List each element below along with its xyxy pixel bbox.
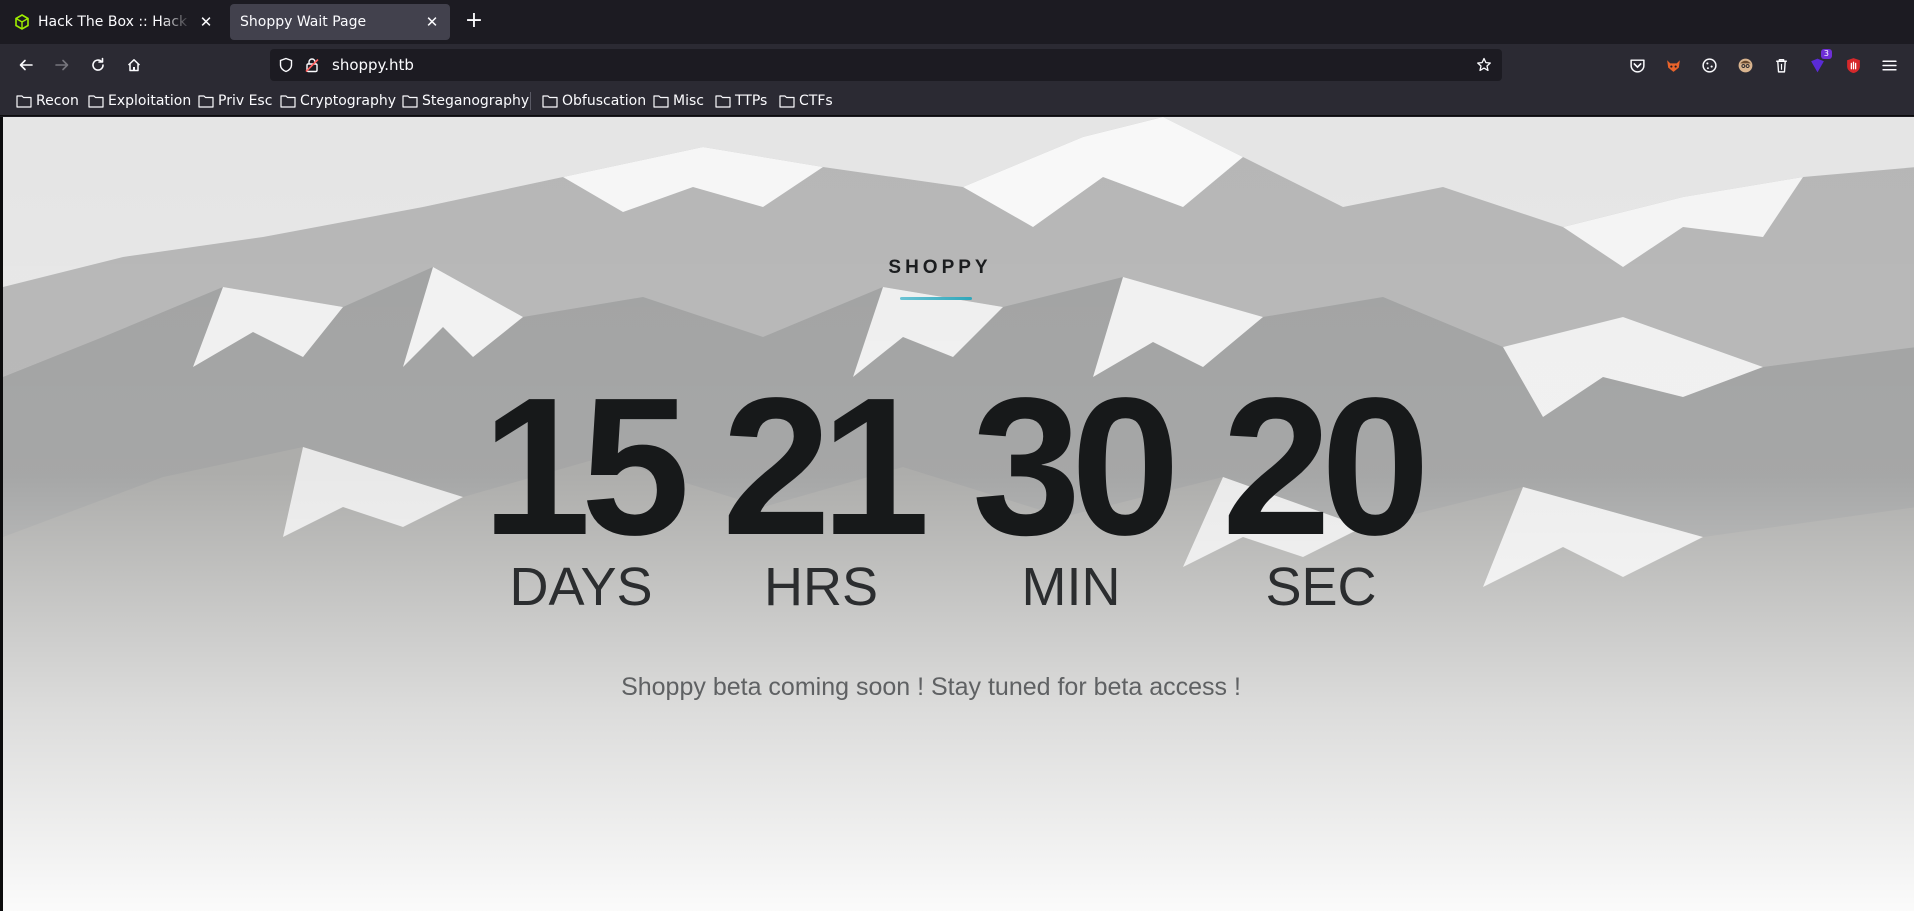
- bookmark-label: Exploitation: [108, 93, 192, 109]
- page-content: SHOPPY 15 DAYS 21 HRS 30 MIN 20 SEC Shop…: [0, 117, 1914, 911]
- extension-badge-icon[interactable]: 3: [1808, 49, 1832, 74]
- tab-close-icon[interactable]: ✕: [198, 14, 214, 30]
- folder-icon: [542, 95, 558, 108]
- folder-icon: [715, 95, 731, 108]
- countdown-hours: 21 HRS: [701, 357, 941, 618]
- folder-icon: [779, 95, 795, 108]
- bookmark-folder-ttps[interactable]: TTPs: [715, 91, 767, 111]
- bookmarks-separator: [530, 92, 531, 110]
- home-icon: [127, 59, 141, 72]
- htb-cube-icon: [15, 14, 29, 30]
- insecure-lock-icon[interactable]: [304, 57, 320, 73]
- tracking-protection-shield-icon[interactable]: [278, 57, 294, 73]
- trash-icon[interactable]: [1772, 56, 1790, 74]
- bookmark-label: Steganography: [422, 93, 530, 109]
- folder-icon: [88, 95, 104, 108]
- tab-close-icon[interactable]: ✕: [424, 14, 440, 30]
- bookmark-label: Cryptography: [300, 93, 397, 109]
- countdown-hours-value: 21: [721, 357, 930, 576]
- bookmark-folder-recon[interactable]: Recon: [16, 91, 79, 111]
- ublock-hand-icon[interactable]: [1844, 56, 1862, 74]
- countdown-timer: 15 DAYS 21 HRS 30 MIN 20 SEC: [461, 357, 1430, 618]
- bookmark-label: Obfuscation: [562, 93, 647, 109]
- countdown-minutes: 30 MIN: [951, 357, 1191, 618]
- brand-underline: [900, 297, 972, 300]
- extension-badge-count: 3: [1820, 49, 1832, 59]
- bookmark-star-icon[interactable]: [1476, 57, 1492, 73]
- folder-icon: [16, 95, 32, 108]
- bookmark-folder-exploitation[interactable]: Exploitation: [88, 91, 191, 111]
- back-arrow-icon: [19, 59, 33, 71]
- menu-icon[interactable]: [1880, 56, 1898, 74]
- tab-title: Hack The Box :: Hack The Box: [38, 14, 192, 30]
- forward-arrow-icon: [55, 59, 69, 71]
- bookmark-folder-priv-esc[interactable]: Priv Esc: [198, 91, 272, 111]
- bookmark-label: Misc: [673, 93, 704, 109]
- bookmark-label: Priv Esc: [218, 93, 273, 109]
- new-tab-button[interactable]: +: [460, 8, 488, 36]
- countdown-minutes-value: 30: [971, 357, 1180, 576]
- countdown-days-value: 15: [481, 357, 690, 576]
- tab-shoppy-wait-page[interactable]: Shoppy Wait Page ✕: [230, 4, 450, 40]
- bookmark-folder-cryptography[interactable]: Cryptography: [280, 91, 396, 111]
- tab-bar: Hack The Box :: Hack The Box ✕ Shoppy Wa…: [0, 0, 1914, 44]
- back-button[interactable]: [12, 51, 40, 79]
- folder-icon: [198, 95, 214, 108]
- countdown-seconds-value: 20: [1221, 357, 1430, 576]
- tab-title: Shoppy Wait Page: [240, 14, 367, 30]
- bookmark-label: Recon: [36, 93, 79, 109]
- bookmark-label: TTPs: [735, 93, 768, 109]
- foxyproxy-icon[interactable]: [1664, 56, 1682, 74]
- tab-hack-the-box[interactable]: Hack The Box :: Hack The Box ✕: [4, 4, 224, 40]
- bookmark-folder-steganography[interactable]: Steganography: [402, 91, 529, 111]
- countdown-seconds: 20 SEC: [1201, 357, 1441, 618]
- bookmark-label: CTFs: [799, 93, 833, 109]
- bookmark-folder-ctfs[interactable]: CTFs: [779, 91, 833, 111]
- pocket-icon[interactable]: [1628, 56, 1646, 74]
- bookmarks-toolbar: Recon Exploitation Priv Esc Cryptography…: [0, 86, 1914, 116]
- bookmark-folder-misc[interactable]: Misc: [653, 91, 704, 111]
- avatar-icon[interactable]: [1736, 56, 1754, 74]
- forward-button[interactable]: [48, 51, 76, 79]
- folder-icon: [280, 95, 296, 108]
- reload-icon: [92, 57, 104, 71]
- bookmark-folder-obfuscation[interactable]: Obfuscation: [542, 91, 646, 111]
- address-bar[interactable]: shoppy.htb: [270, 49, 1502, 81]
- reload-button[interactable]: [84, 51, 112, 79]
- countdown-days: 15 DAYS: [461, 357, 701, 618]
- navigation-toolbar: shoppy.htb 3: [0, 44, 1914, 86]
- beta-announcement-text: Shoppy beta coming soon ! Stay tuned for…: [621, 673, 1241, 701]
- cookie-icon[interactable]: [1700, 56, 1718, 74]
- folder-icon: [402, 95, 418, 108]
- folder-icon: [653, 95, 669, 108]
- brand-logo[interactable]: SHOPPY: [3, 257, 1877, 279]
- home-button[interactable]: [120, 51, 148, 79]
- url-text[interactable]: shoppy.htb: [332, 56, 414, 74]
